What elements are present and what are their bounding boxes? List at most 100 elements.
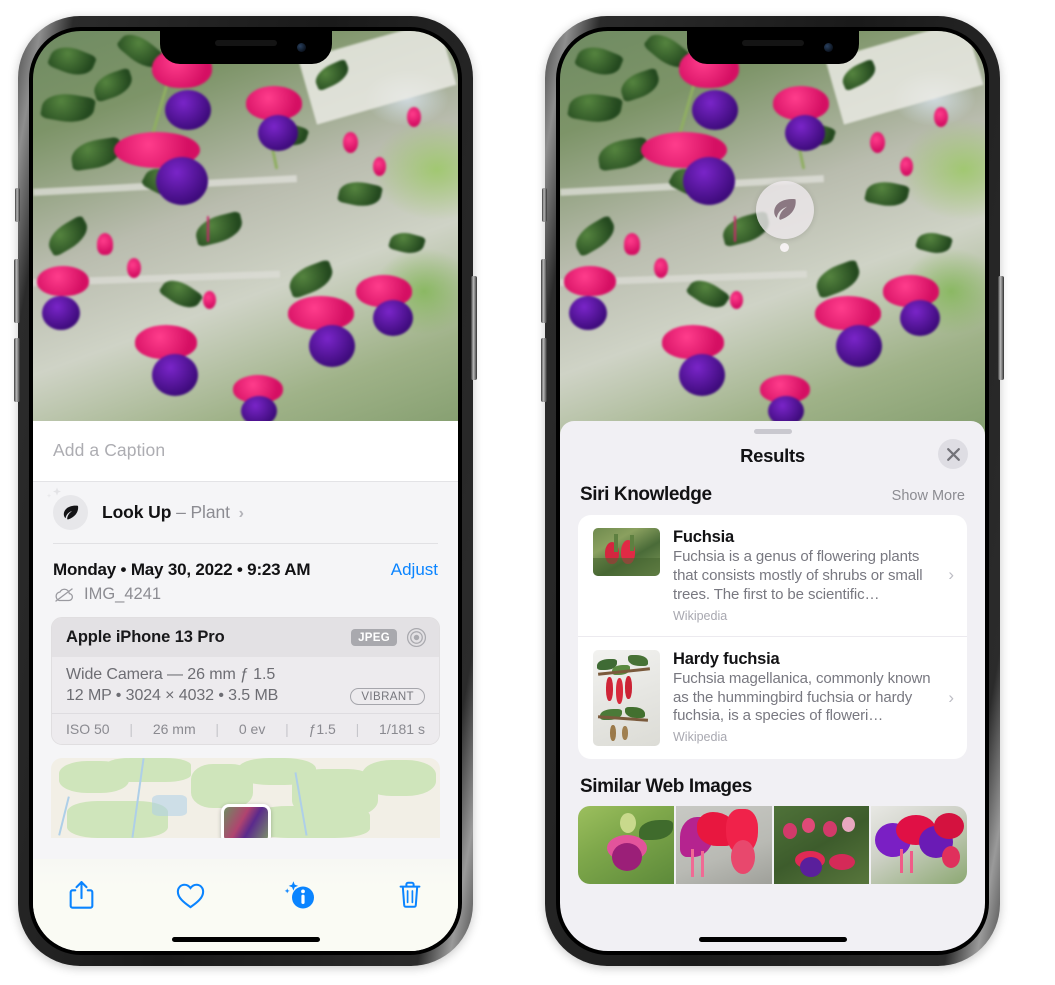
caption-placeholder: Add a Caption: [53, 440, 166, 460]
exif-separator: |: [129, 721, 134, 737]
result-source: Wikipedia: [673, 730, 728, 745]
camera-resolution-row: 12 MP • 3024 × 4032 • 3.5 MB VIBRANT: [66, 687, 425, 705]
results-header: Results: [560, 434, 985, 482]
camera-header-badges: JPEG: [351, 627, 427, 648]
web-image-2[interactable]: [675, 805, 772, 884]
page-title: Results: [740, 445, 805, 466]
heart-icon: [176, 883, 205, 908]
close-icon: [946, 447, 960, 461]
look-up-subject: Plant: [190, 502, 230, 522]
exif-shutter: 1/181 s: [379, 721, 425, 737]
mute-switch[interactable]: [542, 188, 547, 222]
visual-lookup-anchor-dot: [780, 243, 789, 252]
share-button[interactable]: [59, 875, 103, 915]
photo-datetime: Monday • May 30, 2022 • 9:23 AM: [53, 560, 311, 579]
siri-knowledge-card: Fuchsia Fuchsia is a genus of flowering …: [578, 515, 967, 759]
screenshot-stage: Add a Caption Look Up – Plant › Monday •…: [0, 0, 1055, 985]
datetime-row: Monday • May 30, 2022 • 9:23 AM Adjust: [33, 544, 458, 581]
sparkle-info-icon: [285, 881, 315, 909]
exif-focal: 26 mm: [152, 721, 196, 737]
sparkles-icon: [46, 487, 61, 498]
show-more-button[interactable]: Show More: [892, 488, 965, 504]
list-item[interactable]: Fuchsia Fuchsia is a genus of flowering …: [578, 515, 967, 636]
web-image-4[interactable]: [871, 805, 967, 884]
chevron-right-icon: ›: [238, 505, 244, 522]
result-description: Fuchsia magellanica, commonly known as t…: [673, 669, 931, 725]
exif-separator: |: [215, 721, 220, 737]
device-bezel: Add a Caption Look Up – Plant › Monday •…: [29, 27, 462, 955]
similar-web-images-grid: [578, 805, 967, 884]
photo-pin: [220, 804, 271, 838]
camera-resolution: 12 MP • 3024 × 4032 • 3.5 MB: [66, 687, 279, 704]
front-camera-icon: [823, 43, 833, 52]
photo-view-right[interactable]: [560, 31, 985, 451]
trash-icon: [399, 881, 421, 908]
look-up-text: Look Up: [102, 502, 172, 522]
photo-info-sheet: Add a Caption Look Up – Plant › Monday •…: [33, 421, 458, 951]
result-source: Wikipedia: [673, 608, 728, 623]
web-image-1[interactable]: [578, 805, 674, 884]
result-text: Fuchsia Fuchsia is a genus of flowering …: [673, 528, 953, 623]
screen-left: Add a Caption Look Up – Plant › Monday •…: [33, 31, 458, 951]
web-image-3[interactable]: [773, 805, 870, 884]
siri-knowledge-header: Siri Knowledge Show More: [560, 482, 985, 515]
info-button[interactable]: [278, 875, 322, 915]
volume-down-button[interactable]: [14, 338, 20, 402]
location-map-thumbnail[interactable]: [51, 758, 440, 838]
list-item[interactable]: Hardy fuchsia Fuchsia magellanica, commo…: [578, 635, 967, 759]
photo-view-left[interactable]: [33, 31, 458, 451]
caption-field[interactable]: Add a Caption: [33, 421, 458, 482]
home-indicator-right[interactable]: [698, 937, 847, 942]
earpiece-speaker: [741, 40, 804, 46]
camera-model: Apple iPhone 13 Pro: [66, 628, 225, 646]
icloud-slash-icon: [55, 587, 74, 602]
volume-down-button[interactable]: [541, 338, 547, 402]
exif-aperture: ƒ1.5: [308, 721, 336, 737]
power-button[interactable]: [998, 276, 1004, 380]
exif-separator: |: [285, 721, 289, 737]
power-button[interactable]: [471, 276, 477, 380]
result-thumbnail: [593, 649, 660, 746]
iphone-right: Results Siri Knowledge Show More Fuchsia…: [541, 16, 1004, 966]
leaf-icon: [774, 199, 796, 220]
share-icon: [69, 881, 93, 909]
exif-iso: ISO 50: [66, 721, 110, 737]
photo-filename: IMG_4241: [84, 585, 162, 603]
favorite-button[interactable]: [169, 875, 213, 915]
section-title: Siri Knowledge: [580, 484, 712, 505]
mute-switch[interactable]: [15, 188, 20, 222]
chevron-right-icon: ›: [948, 687, 954, 707]
format-badge: JPEG: [351, 629, 397, 646]
front-camera-icon: [296, 43, 306, 52]
earpiece-speaker: [214, 40, 277, 46]
section-title: Similar Web Images: [580, 775, 752, 797]
result-title: Hardy fuchsia: [673, 649, 780, 668]
result-title: Fuchsia: [673, 528, 734, 546]
visual-lookup-badge[interactable]: [756, 181, 814, 239]
camera-info-card[interactable]: Apple iPhone 13 Pro JPEG Wide Camera — 2…: [51, 617, 440, 745]
volume-up-button[interactable]: [541, 259, 547, 323]
filename-row: IMG_4241: [33, 581, 458, 617]
camera-body: Wide Camera — 26 mm ƒ 1.5 12 MP • 3024 ×…: [52, 657, 439, 713]
exif-ev: 0 ev: [238, 721, 266, 737]
delete-button[interactable]: [388, 875, 432, 915]
notch: [686, 31, 859, 64]
aperture-icon: [406, 627, 427, 648]
similar-web-images-header: Similar Web Images: [560, 759, 985, 806]
look-up-row[interactable]: Look Up – Plant ›: [33, 482, 458, 543]
volume-up-button[interactable]: [14, 259, 20, 323]
exif-separator: |: [355, 721, 360, 737]
adjust-button[interactable]: Adjust: [391, 560, 438, 580]
camera-header: Apple iPhone 13 Pro JPEG: [52, 618, 439, 657]
result-text: Hardy fuchsia Fuchsia magellanica, commo…: [673, 650, 953, 745]
leaf-icon: [46, 487, 88, 530]
result-thumbnail: [593, 528, 660, 576]
photographic-style-badge: VIBRANT: [350, 687, 425, 705]
iphone-left: Add a Caption Look Up – Plant › Monday •…: [14, 16, 477, 966]
look-up-label: Look Up – Plant ›: [102, 502, 244, 523]
result-description: Fuchsia is a genus of flowering plants t…: [673, 548, 923, 603]
device-bezel: Results Siri Knowledge Show More Fuchsia…: [556, 27, 989, 955]
results-sheet: Results Siri Knowledge Show More Fuchsia…: [560, 421, 985, 951]
close-button[interactable]: [938, 439, 968, 469]
home-indicator-left[interactable]: [171, 937, 320, 942]
